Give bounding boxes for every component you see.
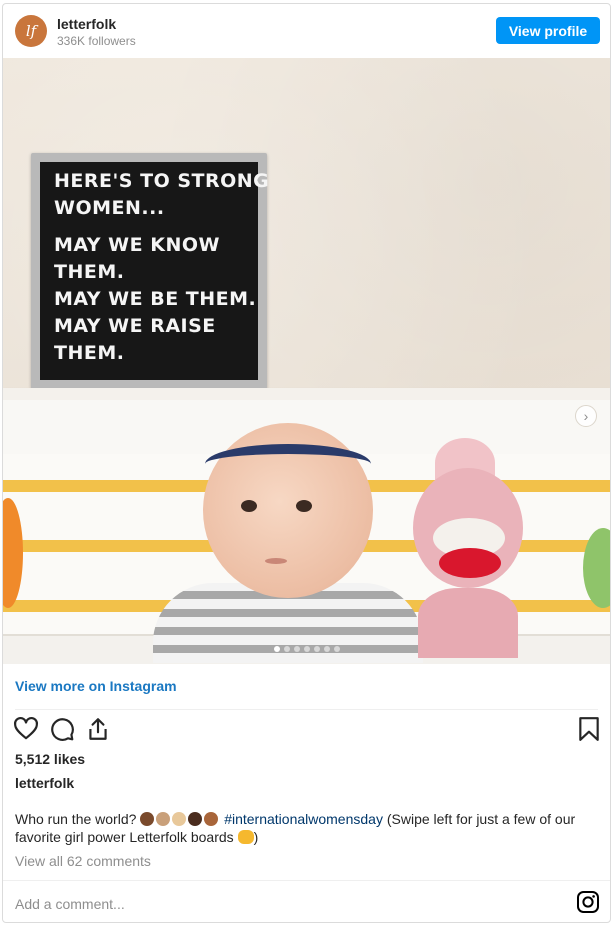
caption-end: ) [253, 829, 259, 845]
baby-mouth [265, 558, 287, 564]
baby-eye [296, 500, 312, 512]
caption-username[interactable]: letterfolk [15, 775, 74, 791]
woman-emoji-icon [156, 812, 171, 826]
hashtag-link[interactable]: #internationalwomensday [224, 811, 383, 827]
username[interactable]: letterfolk [57, 16, 116, 32]
carousel-dot [293, 646, 300, 652]
view-more-link[interactable]: View more on Instagram [15, 678, 177, 694]
share-icon[interactable] [85, 716, 111, 742]
bookmark-icon[interactable] [576, 716, 602, 742]
divider [15, 709, 598, 710]
heart-icon[interactable] [13, 716, 39, 742]
carousel-dot [303, 646, 310, 652]
like-count[interactable]: 5,512 likes [15, 751, 85, 767]
carousel-dot [333, 646, 340, 652]
carousel-dot [273, 646, 280, 652]
shelf [3, 388, 610, 400]
board-line: HERE'S TO STRONG [54, 170, 270, 192]
baby-eye [241, 500, 257, 512]
woman-emoji-icon [188, 812, 203, 826]
baby-headband [205, 444, 371, 484]
post-header: lf letterfolk 336K followers View profil… [3, 4, 610, 58]
caption-prefix: Who run the world? [15, 811, 137, 827]
divider [3, 880, 610, 881]
raised-fist-emoji-icon [140, 812, 155, 826]
action-bar [3, 716, 610, 748]
instagram-embed-card: lf letterfolk 336K followers View profil… [2, 3, 611, 923]
comment-icon[interactable] [49, 716, 75, 742]
woman-emoji-icon [172, 812, 187, 826]
sock-monkey [403, 438, 533, 658]
avatar[interactable]: lf [15, 15, 47, 47]
board-line: WOMEN... [54, 197, 165, 219]
board-line: MAY WE RAISE [54, 315, 216, 337]
letter-board: HERE'S TO STRONG WOMEN... MAY WE KNOW TH… [31, 153, 270, 389]
board-line: MAY WE KNOW [54, 234, 220, 256]
instagram-icon[interactable] [576, 890, 600, 914]
chevron-right-icon[interactable]: › [575, 405, 597, 427]
caption-text: Who run the world? #internationalwomensd… [15, 810, 595, 846]
board-line: THEM. [54, 261, 125, 283]
letter-board-text: HERE'S TO STRONG WOMEN... MAY WE KNOW TH… [40, 162, 270, 380]
view-profile-button[interactable]: View profile [496, 17, 600, 44]
flexed-biceps-emoji-icon [237, 830, 254, 844]
carousel-dot [323, 646, 330, 652]
carousel-dots [3, 646, 610, 654]
follower-count: 336K followers [57, 34, 136, 48]
board-line: THEM. [54, 342, 125, 364]
woman-emoji-icon [204, 812, 219, 826]
carousel-dot [283, 646, 290, 652]
carousel-dot [313, 646, 320, 652]
view-comments-link[interactable]: View all 62 comments [15, 853, 151, 869]
board-line: MAY WE BE THEM. [54, 288, 257, 310]
comment-input[interactable] [15, 893, 535, 915]
post-photo[interactable]: HERE'S TO STRONG WOMEN... MAY WE KNOW TH… [3, 58, 610, 664]
